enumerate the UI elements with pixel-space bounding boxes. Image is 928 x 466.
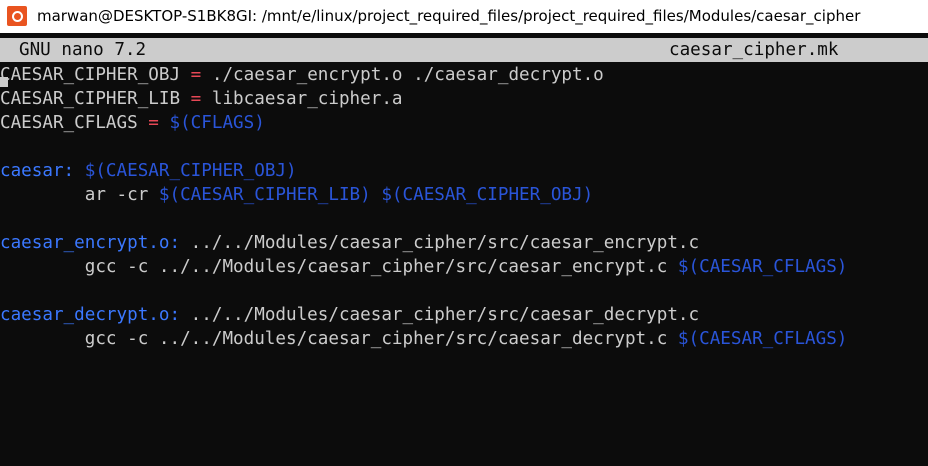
text-cursor (0, 77, 8, 87)
code-token-target: caesar_encrypt.o: (0, 233, 181, 253)
code-token-var: $(CAESAR_CFLAGS) (677, 329, 848, 349)
editor-line: caesar_encrypt.o: ../../Modules/caesar_c… (0, 231, 928, 255)
code-token-plain: ./caesar_encrypt.o ./caesar_decrypt.o (201, 65, 604, 85)
editor-line: CAESAR_CIPHER_LIB = libcaesar_cipher.a (0, 87, 928, 111)
nano-filename-label: caesar_cipher.mk (669, 40, 839, 60)
nano-version-label: GNU nano 7.2 (19, 40, 147, 60)
code-token-op: = (148, 113, 159, 133)
terminal-window: marwan@DESKTOP-S1BK8GI: /mnt/e/linux/pro… (0, 0, 928, 466)
editor-line: caesar: $(CAESAR_CIPHER_OBJ) (0, 159, 928, 183)
code-token-var: $(CAESAR_CIPHER_OBJ) (381, 185, 594, 205)
code-token-plain: ../../Modules/caesar_cipher/src/caesar_d… (180, 305, 700, 325)
title-bar[interactable]: marwan@DESKTOP-S1BK8GI: /mnt/e/linux/pro… (0, 0, 928, 33)
code-token-plain: gcc -c ../../Modules/caesar_cipher/src/c… (0, 257, 678, 277)
code-token-plain: CAESAR_CIPHER_OBJ (0, 65, 191, 85)
editor-line: ar -cr $(CAESAR_CIPHER_LIB) $(CAESAR_CIP… (0, 183, 928, 207)
code-token-var: $(CAESAR_CFLAGS) (677, 257, 848, 277)
code-token-var: $(CFLAGS) (169, 113, 265, 133)
editor-line: caesar_decrypt.o: ../../Modules/caesar_c… (0, 303, 928, 327)
editor-line: CAESAR_CFLAGS = $(CFLAGS) (0, 111, 928, 135)
code-token-target: caesar: (0, 161, 75, 181)
code-token-op: = (190, 65, 202, 85)
ubuntu-icon (7, 6, 27, 26)
editor-line: gcc -c ../../Modules/caesar_cipher/src/c… (0, 255, 928, 279)
window-title: marwan@DESKTOP-S1BK8GI: /mnt/e/linux/pro… (37, 7, 861, 25)
code-token-plain: CAESAR_CFLAGS (0, 113, 149, 133)
editor-text-area[interactable]: CAESAR_CIPHER_OBJ = ./caesar_encrypt.o .… (0, 63, 928, 351)
editor-line: gcc -c ../../Modules/caesar_cipher/src/c… (0, 327, 928, 351)
code-token-var: $(CAESAR_CIPHER_OBJ) (84, 161, 297, 181)
code-token-op: = (190, 89, 202, 109)
nano-header-bar: GNU nano 7.2 caesar_cipher.mk (0, 38, 928, 62)
code-token-target: caesar_decrypt.o: (0, 305, 181, 325)
code-token-plain: gcc -c ../../Modules/caesar_cipher/src/c… (0, 329, 678, 349)
code-token-plain: ../../Modules/caesar_cipher/src/caesar_e… (180, 233, 700, 253)
code-token-plain: libcaesar_cipher.a (201, 89, 403, 109)
ubuntu-icon-ring (11, 10, 23, 22)
code-token-plain: CAESAR_CIPHER_LIB (0, 89, 191, 109)
code-token-plain: ar -cr (0, 185, 159, 205)
code-token-var: $(CAESAR_CIPHER_LIB) (158, 185, 371, 205)
editor-line: CAESAR_CIPHER_OBJ = ./caesar_encrypt.o .… (0, 63, 928, 87)
